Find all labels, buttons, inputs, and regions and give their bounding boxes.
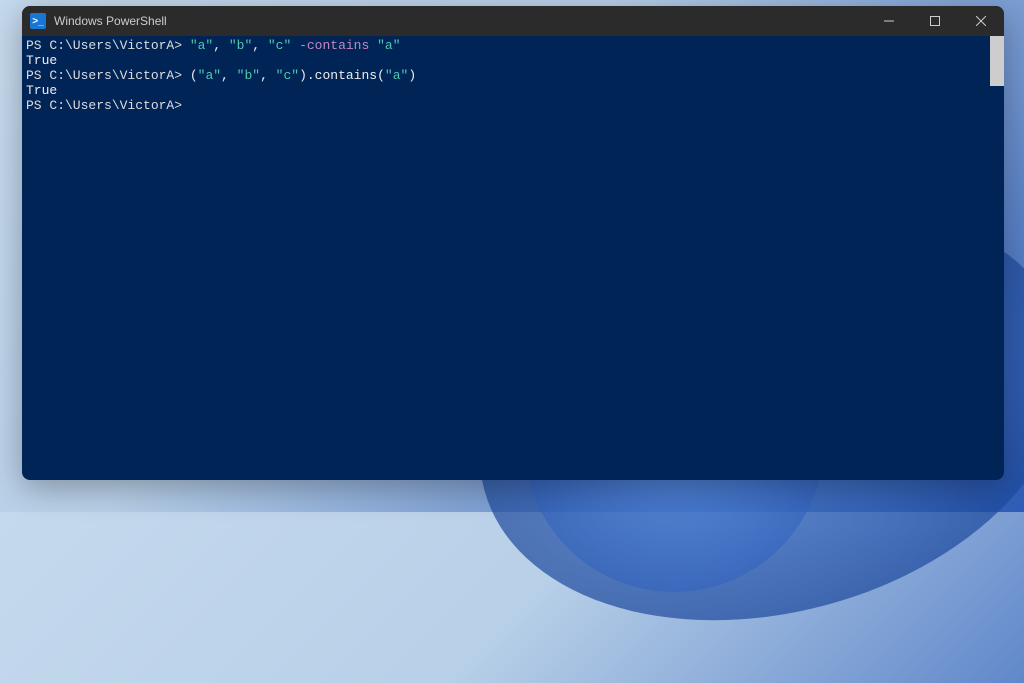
titlebar[interactable]: >_ Windows PowerShell xyxy=(22,6,1004,36)
powershell-icon: >_ xyxy=(30,13,46,29)
maximize-button[interactable] xyxy=(912,6,958,36)
powershell-window: >_ Windows PowerShell PS C:\Users\Victor… xyxy=(22,6,1004,480)
terminal-line: PS C:\Users\VictorA> xyxy=(26,98,1000,113)
terminal-area[interactable]: PS C:\Users\VictorA> "a", "b", "c" -cont… xyxy=(22,36,1004,480)
window-controls xyxy=(866,6,1004,36)
close-button[interactable] xyxy=(958,6,1004,36)
terminal-line: PS C:\Users\VictorA> "a", "b", "c" -cont… xyxy=(26,38,1000,53)
terminal-line: True xyxy=(26,53,1000,68)
terminal-line: PS C:\Users\VictorA> ("a", "b", "c").con… xyxy=(26,68,1000,83)
window-title: Windows PowerShell xyxy=(54,14,866,28)
minimize-button[interactable] xyxy=(866,6,912,36)
scrollbar-thumb[interactable] xyxy=(990,36,1004,86)
terminal-line: True xyxy=(26,83,1000,98)
